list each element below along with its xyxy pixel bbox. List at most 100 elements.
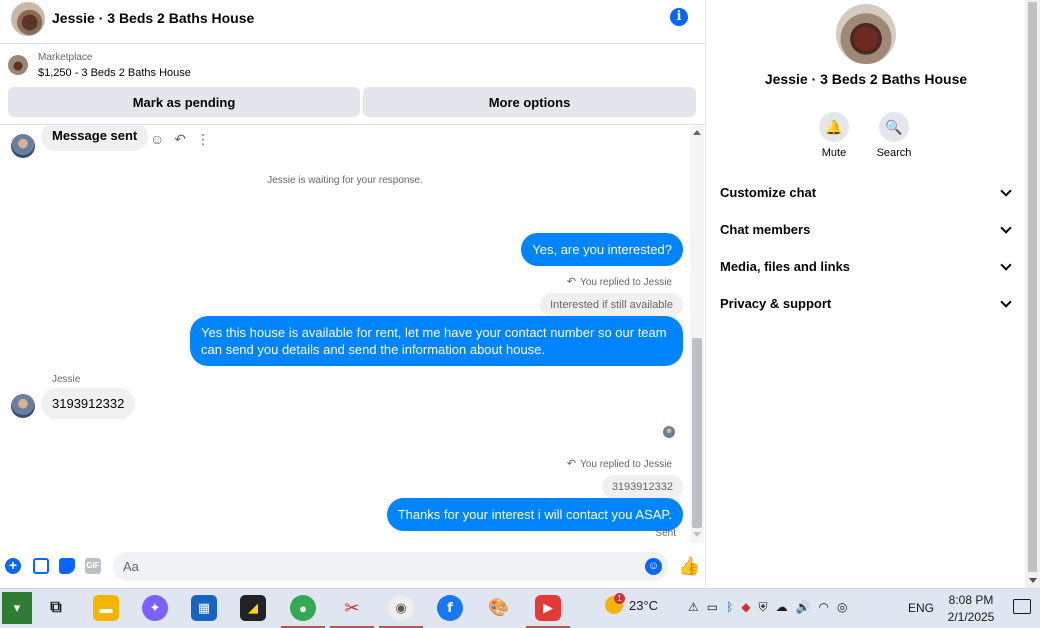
temperature: 23°C: [629, 597, 659, 613]
scroll-down-arrow[interactable]: [693, 532, 701, 537]
mark-as-pending-button[interactable]: Mark as pending: [8, 87, 360, 117]
search-icon[interactable]: 🔍: [879, 112, 909, 142]
reply-arrow-icon: ↶: [566, 276, 577, 288]
message-list: Message sent ☺ ↶ ⋮ Jessie is waiting for…: [0, 126, 690, 543]
mute-button[interactable]: 🔔 Mute: [804, 112, 864, 159]
volume-icon[interactable]: 🔊: [796, 600, 811, 615]
message-bubble-outgoing: Yes, are you interested?: [521, 233, 683, 266]
chat-scrollbar[interactable]: [690, 126, 704, 543]
bluetooth-icon[interactable]: ᛒ: [726, 600, 733, 615]
message-status: Sent: [655, 528, 676, 539]
chat-title[interactable]: Jessie · 3 Beds 2 Baths House: [52, 10, 254, 26]
search-button[interactable]: 🔍 Search: [864, 112, 924, 159]
browser-profile-icon[interactable]: ◉: [388, 595, 414, 621]
language-indicator[interactable]: ENG: [908, 601, 934, 615]
message-bubble-outgoing: Thanks for your interest i will contact …: [386, 498, 683, 531]
marketplace-listing: Marketplace $1,250 - 3 Beds 2 Baths Hous…: [0, 45, 706, 125]
profile-avatar[interactable]: [836, 4, 896, 64]
display-icon[interactable]: ◎: [837, 600, 847, 615]
cloud-icon[interactable]: ☁: [776, 600, 788, 615]
store-icon[interactable]: ▦: [191, 595, 217, 621]
network-warning-icon[interactable]: ⚠: [688, 600, 699, 615]
seen-avatar: [663, 426, 675, 438]
reply-indicator-text: You replied to Jessie: [580, 277, 672, 288]
waiting-notice: Jessie is waiting for your response.: [267, 175, 423, 186]
reply-indicator: ↶ You replied to Jessie: [567, 275, 672, 288]
listing-title[interactable]: $1,250 - 3 Beds 2 Baths House: [38, 67, 191, 79]
contact-avatar-small: [11, 394, 35, 418]
composer: + GIF ☺ 👍: [0, 548, 706, 588]
security-icon[interactable]: ⛨: [759, 600, 768, 615]
copilot-icon[interactable]: ✦: [142, 595, 168, 621]
clock-time: 8:08 PM: [948, 593, 994, 607]
bell-icon[interactable]: 🔔: [819, 112, 849, 142]
scroll-thumb[interactable]: [692, 338, 702, 528]
chevron-down-icon: [1000, 296, 1012, 308]
page-scrollbar[interactable]: [1025, 0, 1040, 588]
app-tray-icon[interactable]: ◆: [741, 600, 750, 615]
quoted-message[interactable]: 3193912332: [601, 475, 683, 499]
mute-label: Mute: [821, 147, 847, 159]
contact-avatar-small: [11, 134, 35, 158]
section-chat-members[interactable]: Chat members: [707, 211, 1025, 248]
page-scroll-thumb[interactable]: [1028, 2, 1037, 572]
listing-category: Marketplace: [38, 52, 93, 63]
chevron-down-icon: [1000, 185, 1012, 197]
react-emoji-icon[interactable]: ☺: [150, 131, 164, 148]
emoji-icon[interactable]: ☺: [645, 558, 662, 575]
clock[interactable]: 8:08 PM 2/1/2025: [943, 592, 999, 626]
sticker-icon[interactable]: [59, 558, 75, 574]
messenger-window: Jessie · 3 Beds 2 Baths House i Marketpl…: [0, 0, 1040, 588]
more-vertical-icon[interactable]: ⋮: [196, 131, 210, 148]
chrome-icon[interactable]: ●: [290, 595, 316, 621]
chevron-down-icon: [1000, 259, 1012, 271]
photo-icon[interactable]: [33, 558, 49, 574]
scroll-up-arrow[interactable]: [693, 130, 701, 135]
message-bubble-incoming: 3193912332: [41, 388, 136, 419]
weather-badge: 1: [614, 593, 625, 604]
start-bunting-icon[interactable]: ▾: [2, 592, 32, 624]
profile-title: Jessie · 3 Beds 2 Baths House: [764, 71, 968, 87]
taskbar: ▾ ⧉ ▬ ✦ ▦ ◢ ● ✂ ◉ f 🎨 ▶ 1 23°C ⚠ ▭ ᛒ ◆ ⛨…: [0, 588, 1040, 628]
scroll-down-arrow[interactable]: [1029, 578, 1037, 583]
section-label: Chat members: [720, 222, 811, 237]
task-view-icon[interactable]: ⧉: [43, 595, 69, 621]
section-media-files-links[interactable]: Media, files and links: [707, 248, 1025, 285]
paint-icon[interactable]: 🎨: [486, 595, 512, 621]
section-label: Media, files and links: [720, 259, 851, 274]
reply-icon[interactable]: ↶: [174, 131, 186, 148]
section-privacy-support[interactable]: Privacy & support: [707, 285, 1025, 322]
reply-indicator: ↶ You replied to Jessie: [567, 457, 672, 470]
weather-widget[interactable]: 1 23°C: [605, 593, 659, 614]
facebook-icon[interactable]: f: [437, 595, 463, 621]
info-icon[interactable]: i: [670, 8, 688, 26]
section-label: Privacy & support: [720, 296, 832, 311]
chevron-down-icon: [1000, 222, 1012, 234]
chat-info-panel: Jessie · 3 Beds 2 Baths House 🔔 Mute 🔍 S…: [707, 0, 1025, 588]
notifications-icon[interactable]: [1013, 599, 1031, 614]
plus-icon[interactable]: +: [5, 558, 21, 574]
search-label: Search: [876, 147, 912, 159]
thumbs-up-icon[interactable]: 👍: [678, 556, 700, 576]
sun-icon: 1: [605, 593, 625, 614]
listing-thumbnail[interactable]: [8, 55, 28, 75]
message-input[interactable]: [113, 552, 668, 581]
chat-pane: Jessie · 3 Beds 2 Baths House i Marketpl…: [0, 0, 706, 588]
message-bubble-outgoing: Yes this house is available for rent, le…: [190, 316, 683, 366]
message-bubble-incoming: Message sent: [41, 126, 149, 151]
section-label: Customize chat: [720, 185, 817, 200]
file-explorer-icon[interactable]: ▬: [93, 595, 119, 621]
reply-arrow-icon: ↶: [566, 458, 577, 470]
quoted-message[interactable]: Interested if still available: [540, 293, 683, 317]
battery-icon[interactable]: ▭: [707, 600, 718, 615]
contact-avatar[interactable]: [11, 2, 45, 36]
sticky-notes-icon[interactable]: ◢: [240, 595, 266, 621]
sender-name: Jessie: [52, 374, 81, 385]
wifi-icon[interactable]: ◠: [819, 600, 829, 615]
youtube-icon[interactable]: ▶: [535, 595, 561, 621]
snipping-tool-icon[interactable]: ✂: [339, 595, 365, 621]
gif-icon[interactable]: GIF: [85, 558, 101, 574]
section-customize-chat[interactable]: Customize chat: [707, 174, 1025, 211]
more-options-button[interactable]: More options: [363, 87, 696, 117]
chat-header: Jessie · 3 Beds 2 Baths House i: [0, 0, 706, 44]
